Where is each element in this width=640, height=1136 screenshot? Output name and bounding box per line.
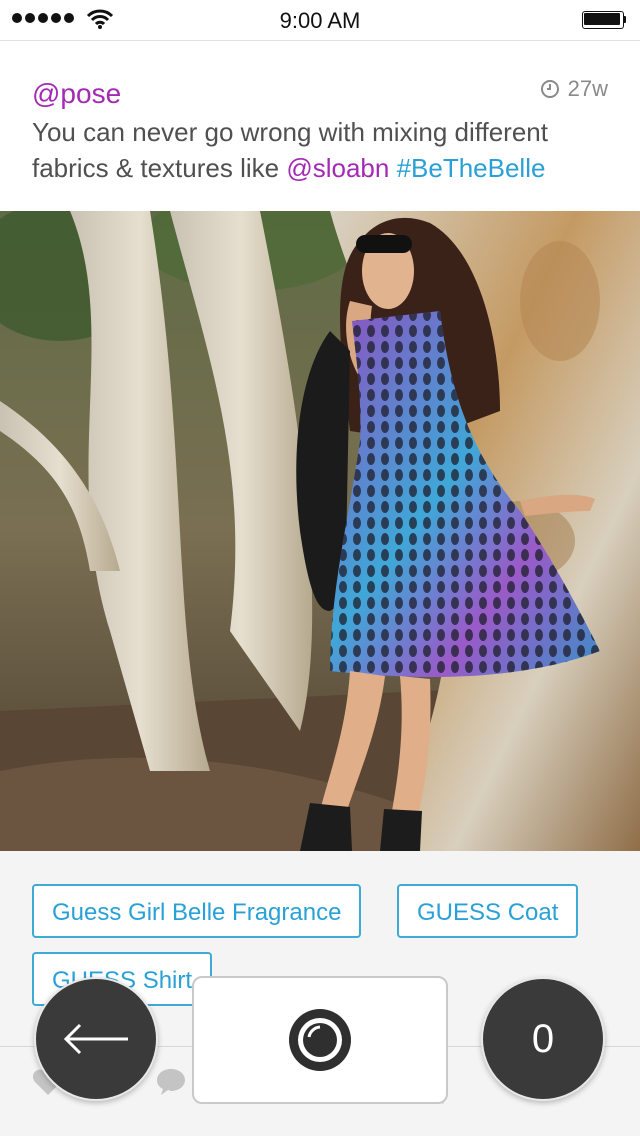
caption-mention[interactable]: @sloabn [286,153,389,183]
status-time: 9:00 AM [279,8,361,33]
post-username[interactable]: @pose [32,74,608,114]
clock-icon [540,80,559,98]
post-time: 27w [540,76,608,102]
tag-guess-coat[interactable]: GUESS Coat [397,884,579,938]
post-header: @pose 27w You can never go wrong with mi… [32,74,608,186]
camera-icon [289,1009,351,1071]
back-button[interactable] [34,977,158,1101]
tag-guess-girl-belle-fragrance[interactable]: Guess Girl Belle Fragrance [32,884,362,938]
back-arrow-icon [63,1023,128,1055]
post-time-label: 27w [567,76,608,101]
photo-illustration [0,211,640,851]
caption-hashtag[interactable]: #BeTheBelle [397,153,546,183]
camera-button[interactable] [192,976,448,1104]
comment-icon[interactable] [155,1067,187,1097]
counter-label: 0 [531,1016,555,1061]
counter-button[interactable]: 0 [481,977,605,1101]
post-caption: You can never go wrong with mixing diffe… [32,114,608,186]
status-bar: 9:00 AM [0,0,640,41]
battery-icon [582,11,626,29]
post-photo[interactable] [0,211,640,851]
